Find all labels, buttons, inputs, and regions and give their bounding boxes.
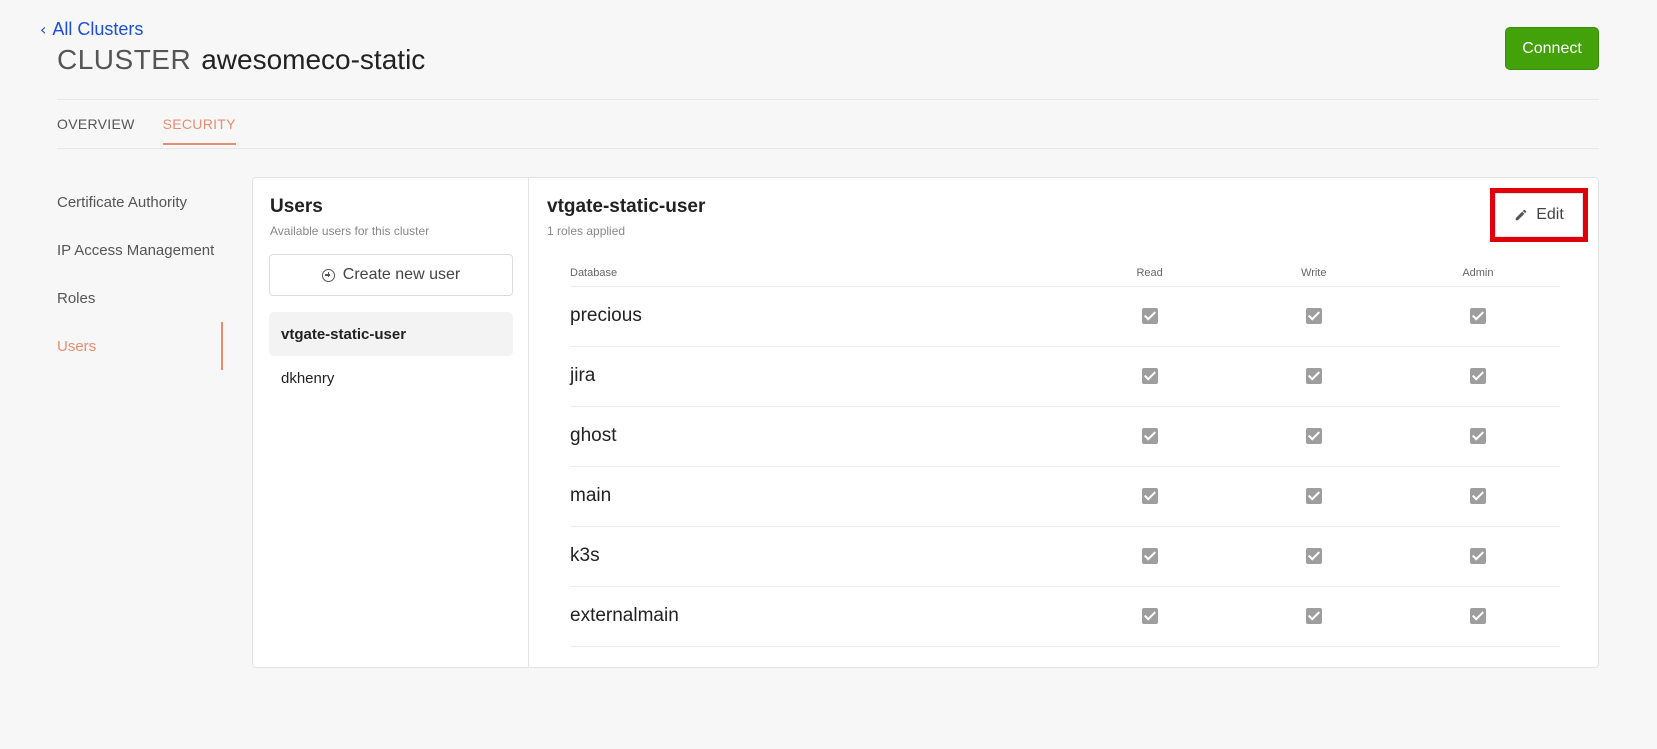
edit-button-highlight: Edit <box>1490 188 1588 242</box>
user-item-vtgate-static-user[interactable]: vtgate-static-user <box>269 312 513 356</box>
user-detail-subtitle: 1 roles applied <box>547 224 626 238</box>
write-cell <box>1231 406 1396 467</box>
create-new-user-button[interactable]: Create new user <box>269 254 513 296</box>
cluster-name: awesomeco-static <box>201 44 426 75</box>
connect-button[interactable]: Connect <box>1505 27 1599 70</box>
read-checkbox[interactable] <box>1141 547 1158 564</box>
create-new-user-label: Create new user <box>342 266 461 283</box>
read-cell <box>1067 286 1232 347</box>
user-item-dkhenry[interactable]: dkhenry <box>269 356 513 400</box>
read-cell <box>1067 466 1232 527</box>
table-row: k3s <box>570 526 1560 587</box>
sidebar-item-users[interactable]: Users <box>57 322 223 370</box>
write-cell <box>1231 286 1396 347</box>
table-row: jira <box>570 346 1560 407</box>
admin-checkbox[interactable] <box>1469 547 1486 564</box>
user-list: vtgate-static-user dkhenry <box>269 312 513 400</box>
write-cell <box>1231 346 1396 407</box>
read-checkbox[interactable] <box>1141 307 1158 324</box>
write-checkbox[interactable] <box>1305 307 1322 324</box>
table-row: precious <box>570 286 1560 347</box>
admin-checkbox[interactable] <box>1469 607 1486 624</box>
table-row: main <box>570 466 1560 527</box>
page-title: CLUSTER awesomeco-static <box>57 44 425 76</box>
database-name: k3s <box>570 526 1068 587</box>
security-sidebar: Certificate Authority IP Access Manageme… <box>57 178 223 370</box>
write-cell <box>1231 466 1396 527</box>
admin-checkbox[interactable] <box>1469 427 1486 444</box>
permissions-table: Database Read Write Admin precious jira gh… <box>570 260 1560 647</box>
write-cell <box>1231 526 1396 587</box>
back-to-clusters-link[interactable]: ‹ All Clusters <box>40 19 143 40</box>
admin-cell <box>1395 286 1560 347</box>
page-title-prefix: CLUSTER <box>57 44 192 75</box>
read-cell <box>1067 586 1232 647</box>
table-row: externalmain <box>570 586 1560 647</box>
column-header-read: Read <box>1067 260 1232 287</box>
admin-checkbox[interactable] <box>1469 307 1486 324</box>
chevron-left-icon: ‹ <box>40 20 47 39</box>
write-checkbox[interactable] <box>1305 367 1322 384</box>
admin-cell <box>1395 466 1560 527</box>
tab-overview[interactable]: OVERVIEW <box>57 110 135 145</box>
read-cell <box>1067 346 1232 407</box>
users-panel-subtitle: Available users for this cluster <box>270 224 430 238</box>
table-row: ghost <box>570 406 1560 467</box>
edit-button-label: Edit <box>1536 206 1564 223</box>
read-cell <box>1067 526 1232 587</box>
users-panel-title: Users <box>270 196 323 217</box>
plus-circle-icon <box>321 268 335 282</box>
read-checkbox[interactable] <box>1141 427 1158 444</box>
database-name: precious <box>570 286 1068 347</box>
column-header-write: Write <box>1231 260 1396 287</box>
read-cell <box>1067 406 1232 467</box>
tab-bar: OVERVIEW SECURITY <box>57 110 236 145</box>
sidebar-item-roles[interactable]: Roles <box>57 274 223 322</box>
users-card: Users Available users for this cluster C… <box>252 177 1599 668</box>
read-checkbox[interactable] <box>1141 607 1158 624</box>
edit-button[interactable]: Edit <box>1495 193 1583 237</box>
pencil-icon <box>1515 209 1527 221</box>
tabs-divider <box>57 148 1599 149</box>
sidebar-item-certificate-authority[interactable]: Certificate Authority <box>57 178 223 226</box>
write-checkbox[interactable] <box>1305 607 1322 624</box>
header-divider <box>57 99 1599 100</box>
database-name: ghost <box>570 406 1068 467</box>
admin-checkbox[interactable] <box>1469 487 1486 504</box>
read-checkbox[interactable] <box>1141 367 1158 384</box>
write-checkbox[interactable] <box>1305 487 1322 504</box>
users-panel: Users Available users for this cluster C… <box>253 178 529 667</box>
user-detail-title: vtgate-static-user <box>547 196 706 217</box>
sidebar-item-ip-access-management[interactable]: IP Access Management <box>57 226 223 274</box>
admin-cell <box>1395 346 1560 407</box>
admin-cell <box>1395 586 1560 647</box>
database-name: externalmain <box>570 586 1068 647</box>
database-name: jira <box>570 346 1068 407</box>
read-checkbox[interactable] <box>1141 487 1158 504</box>
column-header-database: Database <box>570 260 1068 287</box>
column-header-admin: Admin <box>1395 260 1560 287</box>
write-checkbox[interactable] <box>1305 547 1322 564</box>
back-link-label: All Clusters <box>52 19 144 39</box>
database-name: main <box>570 466 1068 527</box>
admin-cell <box>1395 526 1560 587</box>
permissions-header-row: Database Read Write Admin <box>570 260 1560 287</box>
write-checkbox[interactable] <box>1305 427 1322 444</box>
admin-checkbox[interactable] <box>1469 367 1486 384</box>
write-cell <box>1231 586 1396 647</box>
tab-security[interactable]: SECURITY <box>162 110 236 145</box>
user-detail-panel: vtgate-static-user 1 roles applied Edit … <box>530 178 1598 667</box>
admin-cell <box>1395 406 1560 467</box>
